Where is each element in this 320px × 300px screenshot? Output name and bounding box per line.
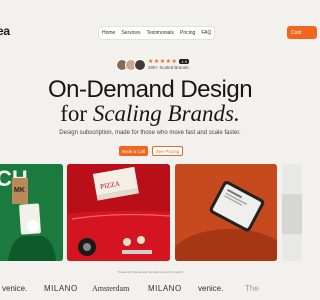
- nav-home[interactable]: Home: [102, 30, 115, 36]
- partial-image: [282, 164, 302, 261]
- hero-title-prefix: for: [60, 101, 93, 126]
- hero-title-line2: for Scaling Brands.: [0, 101, 300, 127]
- hero-title-line1: On-Demand Design: [47, 76, 253, 103]
- nav-services[interactable]: Services: [121, 30, 140, 36]
- hero-subtitle: Design subscription, made for those who …: [59, 130, 241, 136]
- client-logo: The: [245, 284, 259, 293]
- client-logo: MILANO: [148, 284, 182, 293]
- rating-block: ★★★★★ 4.9 300+ Scaled Brands: [148, 59, 189, 71]
- clients-count: 300+ Scaled Brands: [148, 65, 189, 70]
- nav-faq[interactable]: FAQ: [201, 30, 211, 36]
- card1-bag-text: MK: [14, 187, 25, 194]
- trusted-caption: Trusted by brands and founders around th…: [117, 270, 183, 274]
- see-pricing-button[interactable]: See Pricing: [152, 146, 183, 156]
- top-nav: Home Services Testimonials Pricing FAQ: [98, 26, 216, 40]
- hero-title-italic: Scaling Brands.: [92, 101, 240, 126]
- client-avatars: [116, 59, 146, 71]
- avatar: [134, 59, 146, 71]
- nav-pricing[interactable]: Pricing: [180, 30, 195, 36]
- brand-logo[interactable]: ea: [0, 24, 10, 38]
- client-logo: Amsterdam: [92, 284, 130, 293]
- rating-score: 4.9: [179, 59, 189, 64]
- tablet-image: [175, 164, 277, 261]
- client-logos-row: venice. MILANO Amsterdam MILANO venice. …: [0, 284, 300, 294]
- client-logo: venice.: [198, 284, 224, 293]
- gallery-card-red-car[interactable]: PIZZA: [67, 164, 170, 261]
- client-logo: MILANO: [44, 284, 78, 293]
- gallery-card-partial[interactable]: [282, 164, 302, 261]
- gallery-card-orange-tablet[interactable]: [175, 164, 277, 261]
- red-car-image: PIZZA: [67, 164, 170, 261]
- nav-testimonials[interactable]: Testimonials: [147, 30, 175, 36]
- client-logo: venice.: [2, 284, 28, 293]
- book-call-button[interactable]: Book a Call: [119, 146, 148, 156]
- gallery-card-green[interactable]: CH MK: [0, 164, 63, 261]
- contact-button[interactable]: Cont: [287, 26, 317, 39]
- person-with-bag-image: CH MK: [0, 164, 63, 261]
